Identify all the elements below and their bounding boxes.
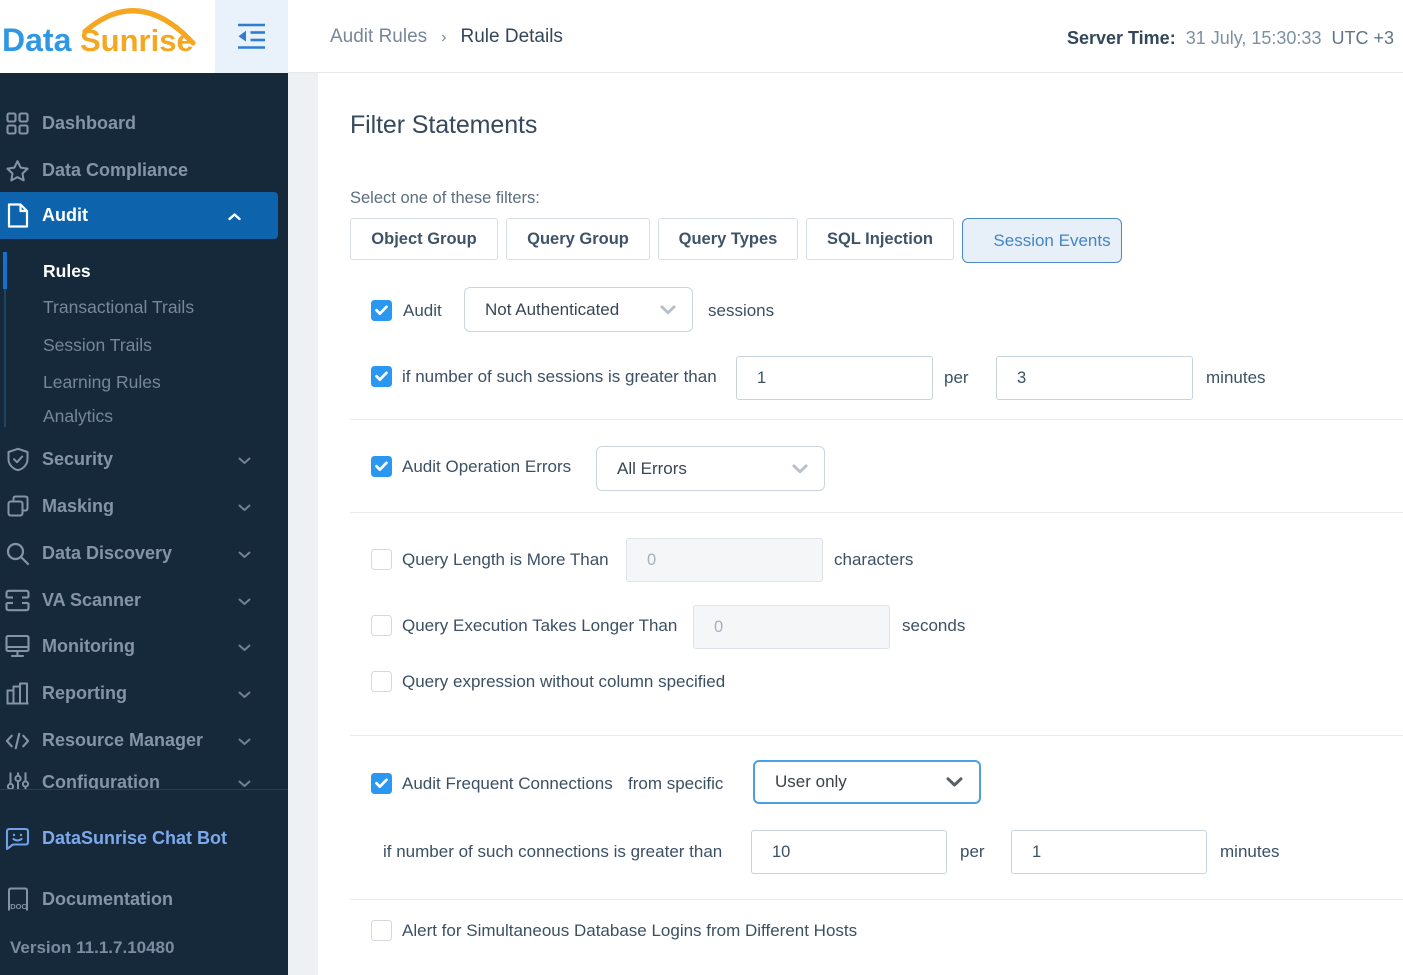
svg-text:Sunrise: Sunrise <box>80 23 194 58</box>
svg-text:DOC: DOC <box>10 902 27 911</box>
svg-text:Data: Data <box>2 22 72 58</box>
